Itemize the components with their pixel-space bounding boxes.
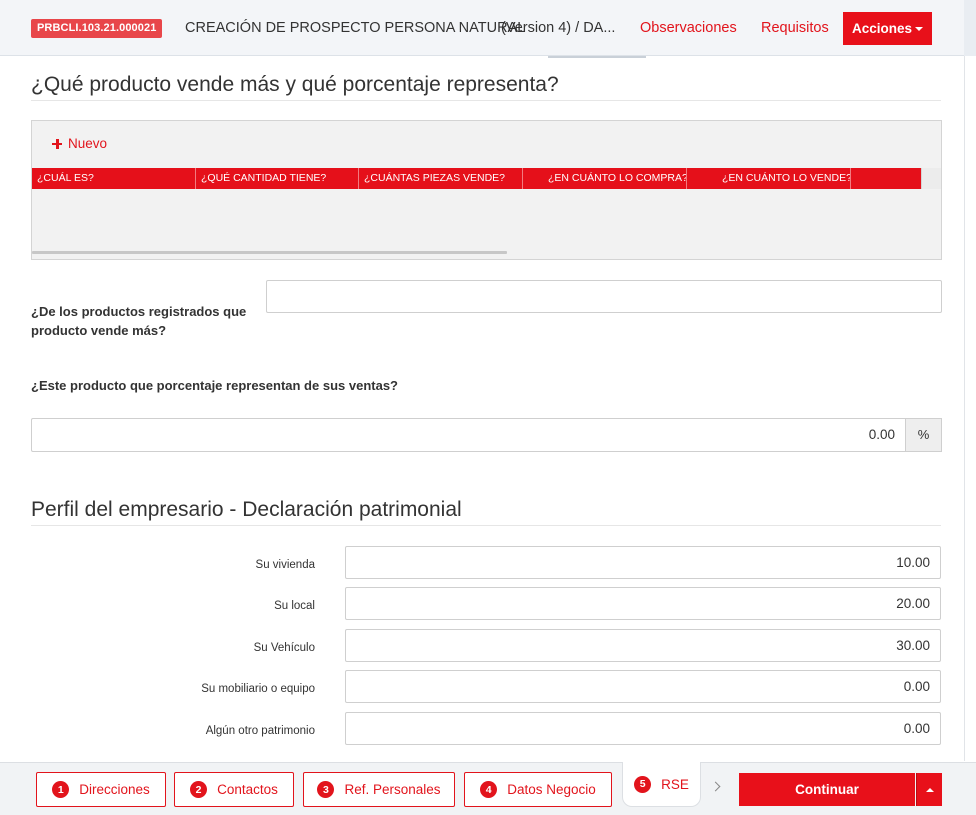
asset-label-vehiculo: Su Vehículo [253,642,315,654]
asset-input-vivienda[interactable]: 10.00 [345,546,941,579]
continue-options-button[interactable] [916,773,942,806]
percent-addon: % [905,418,942,452]
top-product-label: ¿De los productos registrados que produc… [31,304,247,338]
case-title: CREACIÓN DE PROSPECTO PERSONA NATURAL [185,20,526,36]
assets-section-title: Perfil del empresario - Declaración patr… [31,498,462,521]
case-header: PRBCLI.103.21.000021 CREACIÓN DE PROSPEC… [0,0,976,56]
asset-input-otro[interactable]: 0.00 [345,712,941,745]
new-product-label: Nuevo [68,136,108,151]
percent-field: 0.00 % [31,418,942,452]
grid-header-cell[interactable]: ¿EN CUÁNTO LO VENDE? [687,168,851,189]
content-border [964,56,965,761]
grid-header-cell[interactable]: ¿QUÉ CANTIDAD TIENE? [196,168,359,189]
caret-down-icon [915,27,924,31]
new-product-button[interactable]: Nuevo [52,136,107,151]
top-product-input[interactable] [266,280,942,313]
step-number: 4 [480,781,498,798]
scrollbar-track[interactable] [964,0,976,56]
asset-label-otro: Algún otro patrimonio [205,725,315,737]
section-divider [31,100,941,101]
percent-label: ¿Este producto que porcentaje representa… [31,378,398,393]
grid-header-cell[interactable]: ¿CUÁNTAS PIEZAS VENDE? [359,168,523,189]
continue-button[interactable]: Continuar [739,773,915,806]
acciones-label: Acciones [851,21,913,36]
grid-header-cell[interactable]: ¿CUÁL ES? [32,168,196,189]
step-label: RSE [661,776,689,792]
asset-label-vivienda: Su vivienda [255,559,315,571]
grid-horizontal-scrollbar[interactable] [32,251,507,254]
step-tab-direcciones[interactable]: 1 Direcciones [36,772,166,807]
steps-footer: 1 Direcciones 2 Contactos 3 Ref. Persona… [0,762,976,815]
case-version: (Version 4) / DA... [501,20,616,36]
step-label: Datos Negocio [507,782,596,797]
step-tab-ref-personales[interactable]: 3 Ref. Personales [303,772,455,807]
step-number: 1 [52,781,70,798]
acciones-button[interactable]: Acciones [843,12,932,45]
step-label: Contactos [217,782,278,797]
step-number: 5 [634,775,652,793]
grid-header-row: ¿CUÁL ES? ¿QUÉ CANTIDAD TIENE? ¿CUÁNTAS … [32,168,921,189]
percent-input[interactable]: 0.00 [31,418,905,452]
step-tab-contactos[interactable]: 2 Contactos [174,772,294,807]
products-section-title: ¿Qué producto vende más y qué porcentaje… [31,73,559,96]
step-tab-rse[interactable]: 5 RSE [622,762,701,807]
asset-label-local: Su local [274,600,315,612]
requisitos-link[interactable]: Requisitos [761,19,829,37]
step-label: Direcciones [79,782,150,797]
tab-indicator [548,56,646,58]
plus-icon [52,138,62,149]
asset-input-local[interactable]: 20.00 [345,587,941,620]
grid-header-cell[interactable]: ¿EN CUÁNTO LO COMPRA? [523,168,687,189]
step-number: 3 [317,781,335,798]
grid-header-cell [851,168,921,189]
observaciones-link[interactable]: Observaciones [640,19,737,37]
products-grid: Nuevo ¿CUÁL ES? ¿QUÉ CANTIDAD TIENE? ¿CU… [31,120,942,260]
step-tab-datos-negocio[interactable]: 4 Datos Negocio [464,772,612,807]
asset-label-mobiliario: Su mobiliario o equipo [201,683,315,695]
grid-header-spacer [921,168,941,189]
asset-input-vehiculo[interactable]: 30.00 [345,629,941,662]
step-number: 2 [190,781,208,798]
caret-up-icon [925,787,934,792]
asset-input-mobiliario[interactable]: 0.00 [345,670,941,703]
chevron-right-icon[interactable] [710,781,721,792]
case-id-badge: PRBCLI.103.21.000021 [31,19,163,38]
section-divider [31,525,941,526]
step-label: Ref. Personales [344,782,441,797]
